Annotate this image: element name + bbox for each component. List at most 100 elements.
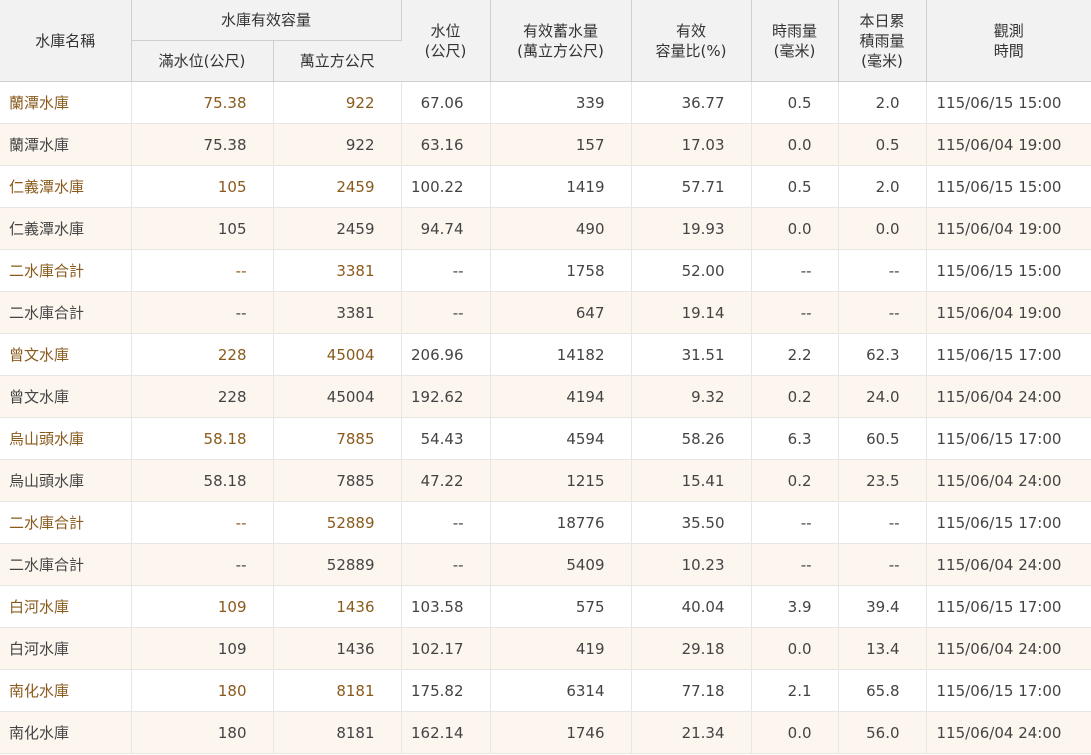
cell-hourly-rain: -- <box>751 501 839 544</box>
cell-effective-storage: 419 <box>490 627 632 670</box>
cell-daily-rain: 24.0 <box>838 375 927 418</box>
table-row: 蘭潭水庫 75.38 922 63.16 157 17.03 0.0 0.5 115/06/04… <box>0 123 1091 166</box>
table-row: 二水庫合計 -- 3381 -- 647 19.14 -- -- 115/06/04 19:00 <box>0 291 1091 334</box>
header-full-water-level: 滿水位(公尺) <box>131 40 274 82</box>
cell-observation-time: 115/06/15 15:00 <box>926 249 1091 292</box>
cell-reservoir-name: 蘭潭水庫 <box>0 123 132 166</box>
header-capacity-group: 水庫有效容量 <box>131 0 402 41</box>
table-row: 烏山頭水庫 58.18 7885 54.43 4594 58.26 6.3 60.5 115/0… <box>0 417 1091 460</box>
cell-water-level: 175.82 <box>401 669 491 712</box>
cell-hourly-rain: 0.0 <box>751 627 839 670</box>
cell-reservoir-name: 烏山頭水庫 <box>0 459 132 502</box>
cell-capacity-ratio: 10.23 <box>631 543 752 586</box>
cell-full-water-level: 228 <box>131 333 274 376</box>
table-row: 曾文水庫 228 45004 192.62 4194 9.32 0.2 24.0 115/06/… <box>0 375 1091 418</box>
cell-water-level: -- <box>401 291 491 334</box>
cell-water-level: 94.74 <box>401 207 491 250</box>
cell-water-level: 67.06 <box>401 81 491 124</box>
table-row: 仁義潭水庫 105 2459 94.74 490 19.93 0.0 0.0 115/06/04… <box>0 207 1091 250</box>
cell-water-level: 47.22 <box>401 459 491 502</box>
cell-reservoir-name: 烏山頭水庫 <box>0 417 132 460</box>
cell-water-level: 63.16 <box>401 123 491 166</box>
cell-observation-time: 115/06/04 24:00 <box>926 627 1091 670</box>
cell-observation-time: 115/06/04 19:00 <box>926 291 1091 334</box>
cell-daily-rain: 0.0 <box>838 207 927 250</box>
cell-capacity: 3381 <box>273 291 402 334</box>
cell-water-level: 206.96 <box>401 333 491 376</box>
cell-capacity-ratio: 77.18 <box>631 669 752 712</box>
cell-observation-time: 115/06/04 24:00 <box>926 375 1091 418</box>
cell-observation-time: 115/06/15 17:00 <box>926 501 1091 544</box>
cell-capacity-ratio: 17.03 <box>631 123 752 166</box>
cell-reservoir-name: 白河水庫 <box>0 585 132 628</box>
cell-hourly-rain: 0.0 <box>751 711 839 754</box>
cell-daily-rain: -- <box>838 249 927 292</box>
cell-observation-time: 115/06/04 24:00 <box>926 543 1091 586</box>
cell-full-water-level: -- <box>131 249 274 292</box>
cell-capacity-ratio: 21.34 <box>631 711 752 754</box>
cell-full-water-level: 105 <box>131 165 274 208</box>
cell-effective-storage: 14182 <box>490 333 632 376</box>
cell-reservoir-name: 二水庫合計 <box>0 543 132 586</box>
cell-observation-time: 115/06/04 19:00 <box>926 207 1091 250</box>
cell-water-level: 192.62 <box>401 375 491 418</box>
table-row: 南化水庫 180 8181 162.14 1746 21.34 0.0 56.0 115/06/… <box>0 711 1091 754</box>
cell-capacity-ratio: 58.26 <box>631 417 752 460</box>
cell-effective-storage: 5409 <box>490 543 632 586</box>
cell-capacity-ratio: 15.41 <box>631 459 752 502</box>
cell-capacity: 45004 <box>273 333 402 376</box>
cell-hourly-rain: -- <box>751 543 839 586</box>
cell-hourly-rain: 2.1 <box>751 669 839 712</box>
cell-hourly-rain: 0.2 <box>751 459 839 502</box>
cell-capacity-ratio: 31.51 <box>631 333 752 376</box>
cell-capacity: 8181 <box>273 669 402 712</box>
cell-water-level: 162.14 <box>401 711 491 754</box>
table-row: 曾文水庫 228 45004 206.96 14182 31.51 2.2 62.3 115/0… <box>0 333 1091 376</box>
cell-effective-storage: 339 <box>490 81 632 124</box>
cell-observation-time: 115/06/15 17:00 <box>926 669 1091 712</box>
cell-capacity: 2459 <box>273 207 402 250</box>
cell-full-water-level: 228 <box>131 375 274 418</box>
cell-observation-time: 115/06/04 24:00 <box>926 711 1091 754</box>
table-row: 白河水庫 109 1436 102.17 419 29.18 0.0 13.4 115/06/0… <box>0 627 1091 670</box>
cell-full-water-level: 180 <box>131 669 274 712</box>
cell-capacity-ratio: 52.00 <box>631 249 752 292</box>
cell-full-water-level: -- <box>131 501 274 544</box>
cell-capacity: 45004 <box>273 375 402 418</box>
cell-observation-time: 115/06/04 24:00 <box>926 459 1091 502</box>
cell-observation-time: 115/06/15 17:00 <box>926 417 1091 460</box>
cell-full-water-level: 58.18 <box>131 459 274 502</box>
cell-hourly-rain: -- <box>751 291 839 334</box>
cell-capacity-ratio: 40.04 <box>631 585 752 628</box>
header-daily-rain: 本日累 積雨量 (毫米) <box>838 0 927 82</box>
cell-hourly-rain: 0.5 <box>751 165 839 208</box>
cell-observation-time: 115/06/15 15:00 <box>926 165 1091 208</box>
cell-daily-rain: 62.3 <box>838 333 927 376</box>
cell-full-water-level: 180 <box>131 711 274 754</box>
table-row: 二水庫合計 -- 52889 -- 5409 10.23 -- -- 115/06/04 24:… <box>0 543 1091 586</box>
cell-hourly-rain: 3.9 <box>751 585 839 628</box>
cell-effective-storage: 18776 <box>490 501 632 544</box>
cell-reservoir-name: 白河水庫 <box>0 627 132 670</box>
table-row: 仁義潭水庫 105 2459 100.22 1419 57.71 0.5 2.0 115/06/… <box>0 165 1091 208</box>
cell-capacity: 7885 <box>273 417 402 460</box>
cell-water-level: 103.58 <box>401 585 491 628</box>
cell-observation-time: 115/06/15 17:00 <box>926 585 1091 628</box>
cell-capacity-ratio: 29.18 <box>631 627 752 670</box>
cell-effective-storage: 4194 <box>490 375 632 418</box>
cell-daily-rain: 23.5 <box>838 459 927 502</box>
table-row: 二水庫合計 -- 3381 -- 1758 52.00 -- -- 115/06/15 15:0… <box>0 249 1091 292</box>
cell-full-water-level: 75.38 <box>131 123 274 166</box>
cell-reservoir-name: 曾文水庫 <box>0 375 132 418</box>
cell-reservoir-name: 二水庫合計 <box>0 501 132 544</box>
cell-capacity: 3381 <box>273 249 402 292</box>
cell-water-level: -- <box>401 249 491 292</box>
cell-capacity-ratio: 35.50 <box>631 501 752 544</box>
table-row: 二水庫合計 -- 52889 -- 18776 35.50 -- -- 115/06/15 17… <box>0 501 1091 544</box>
cell-full-water-level: -- <box>131 291 274 334</box>
cell-reservoir-name: 仁義潭水庫 <box>0 165 132 208</box>
cell-daily-rain: 0.5 <box>838 123 927 166</box>
header-water-level: 水位 (公尺) <box>401 0 491 82</box>
header-capacity-ratio: 有效 容量比(%) <box>631 0 752 82</box>
cell-full-water-level: -- <box>131 543 274 586</box>
